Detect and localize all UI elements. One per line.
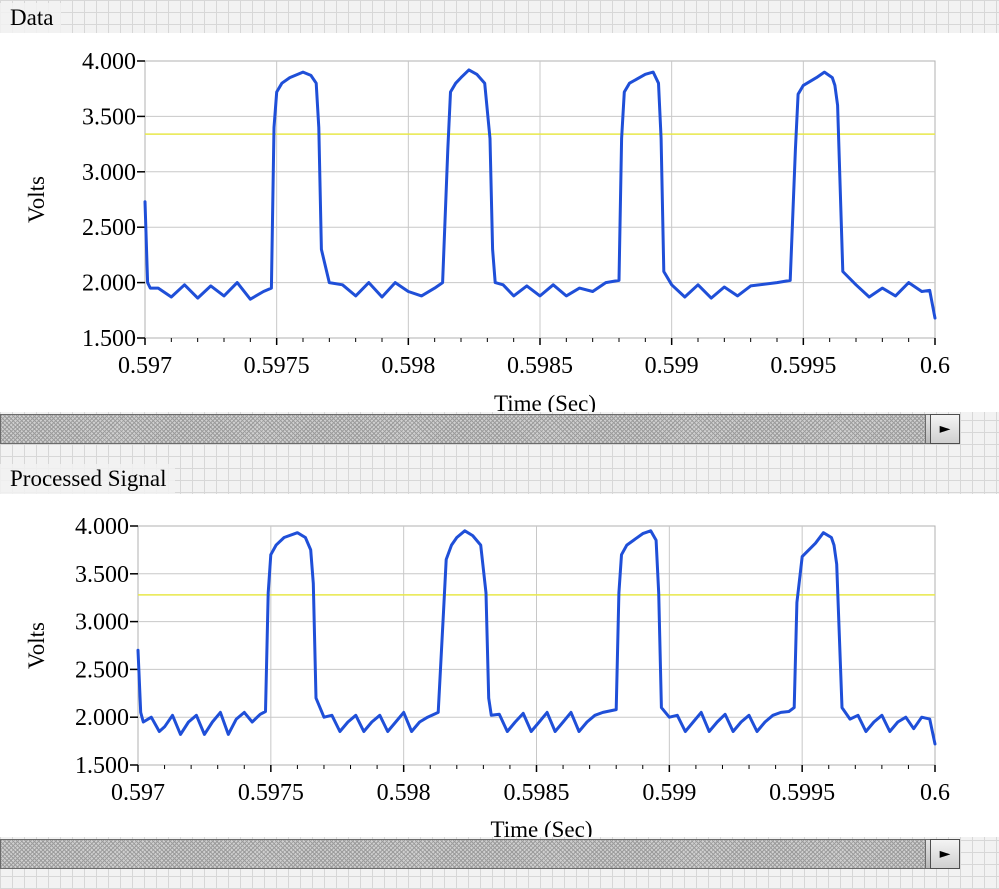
y-tick-label: 2.000	[82, 271, 136, 297]
x-tick-label: 0.5975	[244, 353, 310, 379]
y-tick-label: 3.500	[82, 104, 136, 130]
x-axis-title: Time (Sec)	[494, 391, 596, 412]
panel-title-processed-signal: Processed Signal	[0, 464, 175, 494]
data-graph: 0.597 0.5975 0.598 0.5985 0.599 0.5995 0.6 1.50…	[0, 33, 999, 412]
x-tick-label: 0.6	[920, 353, 950, 379]
x-tick-label: 0.598	[377, 780, 431, 806]
x-tick-label: 0.5985	[504, 780, 570, 806]
panel-title-data: Data	[0, 3, 62, 33]
y-axis-title: Volts	[24, 622, 49, 669]
data-scrollbar-track[interactable]	[0, 414, 960, 444]
x-tick-label: 0.5985	[507, 353, 573, 379]
x-tick-label: 0.599	[642, 780, 696, 806]
x-tick-label: 0.597	[111, 780, 165, 806]
processed-scrollbar-track[interactable]	[0, 839, 960, 869]
y-tick-label: 1.500	[75, 753, 129, 779]
x-tick-label: 0.5975	[238, 780, 304, 806]
processed-signal-graph-svg: 0.597 0.5975 0.598 0.5985 0.599 0.5995 0.6 1.50…	[24, 514, 950, 837]
y-axis-title: Volts	[24, 176, 49, 223]
processed-signal-graph: 0.597 0.5975 0.598 0.5985 0.599 0.5995 0.6 1.50…	[0, 494, 999, 837]
y-tick-label: 4.000	[75, 514, 129, 540]
x-tick-label: 0.5995	[769, 780, 835, 806]
y-tick-label: 2.500	[82, 215, 136, 241]
y-tick-label: 3.500	[75, 562, 129, 588]
data-scroll-right-arrow-icon[interactable]: ►	[930, 414, 960, 444]
y-tick-label: 1.500	[82, 326, 136, 352]
y-tick-label: 2.000	[75, 705, 129, 731]
data-graph-svg: 0.597 0.5975 0.598 0.5985 0.599 0.5995 0.6 1.50…	[24, 49, 950, 412]
y-tick-label: 2.500	[75, 657, 129, 683]
y-tick-label: 4.000	[82, 49, 136, 75]
x-axis-title: Time (Sec)	[490, 817, 592, 837]
x-tick-label: 0.599	[645, 353, 699, 379]
processed-scroll-right-arrow-icon[interactable]: ►	[930, 839, 960, 869]
y-tick-label: 3.000	[82, 160, 136, 186]
x-tick-label: 0.6	[920, 780, 950, 806]
y-tick-label: 3.000	[75, 610, 129, 636]
x-tick-label: 0.5995	[770, 353, 836, 379]
x-tick-label: 0.598	[381, 353, 435, 379]
x-tick-label: 0.597	[118, 353, 172, 379]
